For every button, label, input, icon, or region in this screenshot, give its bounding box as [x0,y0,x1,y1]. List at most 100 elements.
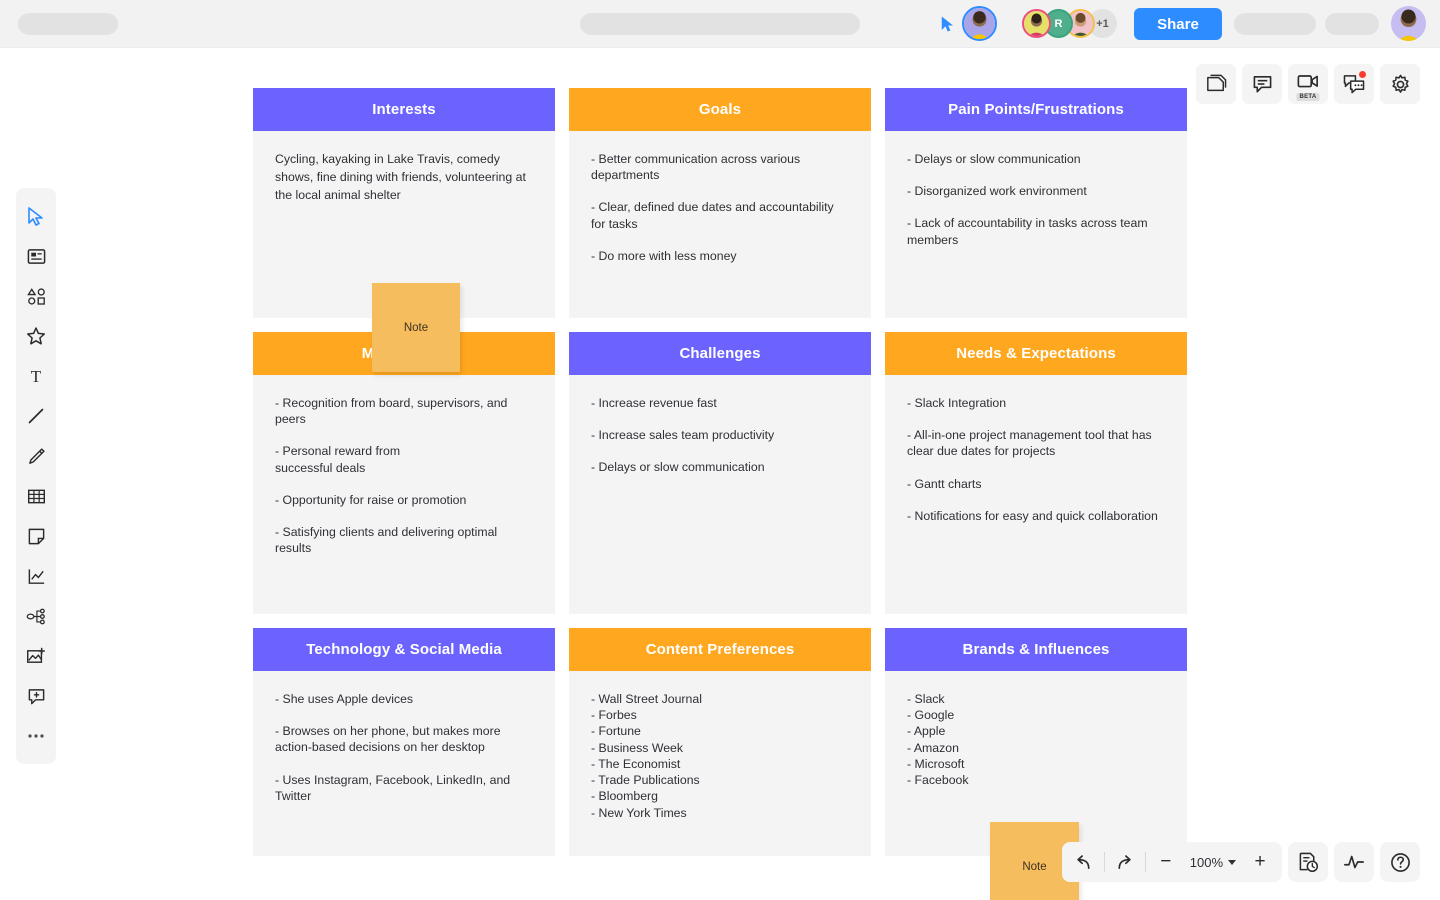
sticky-note-icon[interactable] [16,516,56,556]
bullet-item: - Notifications for easy and quick colla… [907,508,1158,523]
bullet-item: - Increase sales team productivity [591,428,775,443]
avatar-collaborator-1[interactable] [1022,9,1051,38]
top-bar: R +1 Share [0,0,1440,48]
bullet-item: - All-in-one project management tool tha… [907,428,1152,459]
card-needs-expectations[interactable]: Needs & Expectations - Slack Integration… [885,332,1187,614]
card-body[interactable]: - Recognition from board, supervisors, a… [253,375,555,614]
list-item: - Business Week [591,740,684,755]
bottom-toolbar: − 100% + [1061,842,1420,882]
list-item: - Trade Publications [591,773,700,788]
zoom-in-button[interactable]: + [1242,844,1278,880]
card-challenges[interactable]: Challenges - Increase revenue fast - Inc… [569,332,871,614]
star-icon[interactable] [16,316,56,356]
bullet-item: - Browses on her phone, but makes more a… [275,724,501,755]
bullet-item: - Delays or slow communication [907,152,1081,166]
persona-board: Interests Cycling, kayaking in Lake Trav… [253,88,1187,856]
comment-icon[interactable] [1242,64,1282,104]
svg-text:T: T [31,367,42,385]
card-body[interactable]: - Slack Integration - All-in-one project… [885,375,1187,614]
card-technology-social-media[interactable]: Technology & Social Media - She uses App… [253,628,555,856]
history-icon[interactable] [1288,842,1328,882]
settings-gear-icon[interactable] [1380,64,1420,104]
card-body[interactable]: - Better communication across various de… [569,131,871,318]
card-body[interactable]: - Increase revenue fast - Increase sales… [569,375,871,614]
bullet-item: - Lack of accountability in tasks across… [907,216,1148,247]
table-icon[interactable] [16,476,56,516]
card-motivations[interactable]: Motivations - Recognition from board, su… [253,332,555,614]
menu-placeholder-1[interactable] [1234,12,1316,35]
more-tools-icon[interactable] [16,716,56,756]
board-row-2: Motivations - Recognition from board, su… [253,332,1187,614]
cursor-select-icon[interactable] [16,196,56,236]
bullet-item: - Better communication across various de… [591,152,801,183]
add-comment-icon[interactable] [16,676,56,716]
mindmap-icon[interactable] [16,596,56,636]
line-icon[interactable] [16,396,56,436]
list-item: - Slack [907,692,945,706]
left-toolbar: T [16,188,56,764]
bullet-item: - Opportunity for raise or promotion [275,492,467,507]
list-item: - Amazon [907,740,959,755]
bullet-item: - Delays or slow communication [591,460,765,475]
beta-badge: BETA [1296,93,1320,101]
undo-button[interactable] [1066,844,1102,880]
list-item: - Apple [907,724,946,739]
list-item: - Wall Street Journal [591,692,702,706]
avatar-account[interactable] [1391,6,1426,41]
undo-redo-zoom-group: − 100% + [1061,842,1282,882]
video-call-icon[interactable]: BETA [1288,64,1328,104]
card-content-preferences[interactable]: Content Preferences - Wall Street Journa… [569,628,871,856]
divider [1144,852,1146,872]
top-right-toolbar: BETA [1196,64,1420,104]
list-item: - Facebook [907,773,969,788]
redo-button[interactable] [1107,844,1143,880]
collaborator-cursor-icon [941,16,953,32]
chat-icon[interactable] [1334,64,1374,104]
card-title: Brands & Influences [885,628,1187,671]
list-item: - The Economist [591,756,681,771]
card-title: Pain Points/Frustrations [885,88,1187,131]
bullet-item: - Disorganized work environment [907,184,1087,199]
card-title: Technology & Social Media [253,628,555,671]
text-icon[interactable]: T [16,356,56,396]
card-goals[interactable]: Goals - Better communication across vari… [569,88,871,318]
zoom-level-value: 100% [1189,854,1223,870]
board-name-placeholder[interactable] [18,12,118,35]
zoom-out-button[interactable]: − [1148,844,1184,880]
pen-icon[interactable] [16,436,56,476]
image-upload-icon[interactable] [16,636,56,676]
chart-icon[interactable] [16,556,56,596]
bullet-item: - Recognition from board, supervisors, a… [275,396,508,427]
card-title: Interests [253,88,555,131]
bullet-item: - Increase revenue fast [591,396,717,410]
avatar-current-user[interactable] [962,6,997,41]
card-title: Content Preferences [569,628,871,671]
activity-pulse-icon[interactable] [1334,842,1374,882]
card-body[interactable]: - Delays or slow communication - Disorga… [885,131,1187,318]
card-text: Cycling, kayaking in Lake Travis, comedy… [275,152,526,202]
frames-icon[interactable] [1196,64,1236,104]
list-item: - Forbes [591,708,637,723]
card-title: Goals [569,88,871,131]
card-title: Challenges [569,332,871,375]
list-item: - New York Times [591,805,687,820]
list-item: - Microsoft [907,756,965,771]
bullet-item: - Uses Instagram, Facebook, LinkedIn, an… [275,772,511,803]
card-body[interactable]: - She uses Apple devices - Browses on he… [253,671,555,856]
search-input[interactable] [580,12,860,35]
share-button[interactable]: Share [1134,8,1222,40]
help-icon[interactable] [1380,842,1420,882]
bullet-item: - Slack Integration [907,396,1007,410]
card-pain-points[interactable]: Pain Points/Frustrations - Delays or slo… [885,88,1187,318]
card-title: Needs & Expectations [885,332,1187,375]
chevron-down-icon [1228,859,1236,865]
bullet-item: - Satisfying clients and delivering opti… [275,525,498,556]
menu-placeholder-2[interactable] [1325,12,1379,35]
shapes-icon[interactable] [16,276,56,316]
bullet-item: - Gantt charts [907,476,982,491]
zoom-level-dropdown[interactable]: 100% [1184,855,1242,870]
card-body[interactable]: - Wall Street Journal - Forbes - Fortune… [569,671,871,856]
template-icon[interactable] [16,236,56,276]
sticky-note[interactable]: Note [372,283,460,372]
bullet-item: - Clear, defined due dates and accountab… [591,200,834,231]
